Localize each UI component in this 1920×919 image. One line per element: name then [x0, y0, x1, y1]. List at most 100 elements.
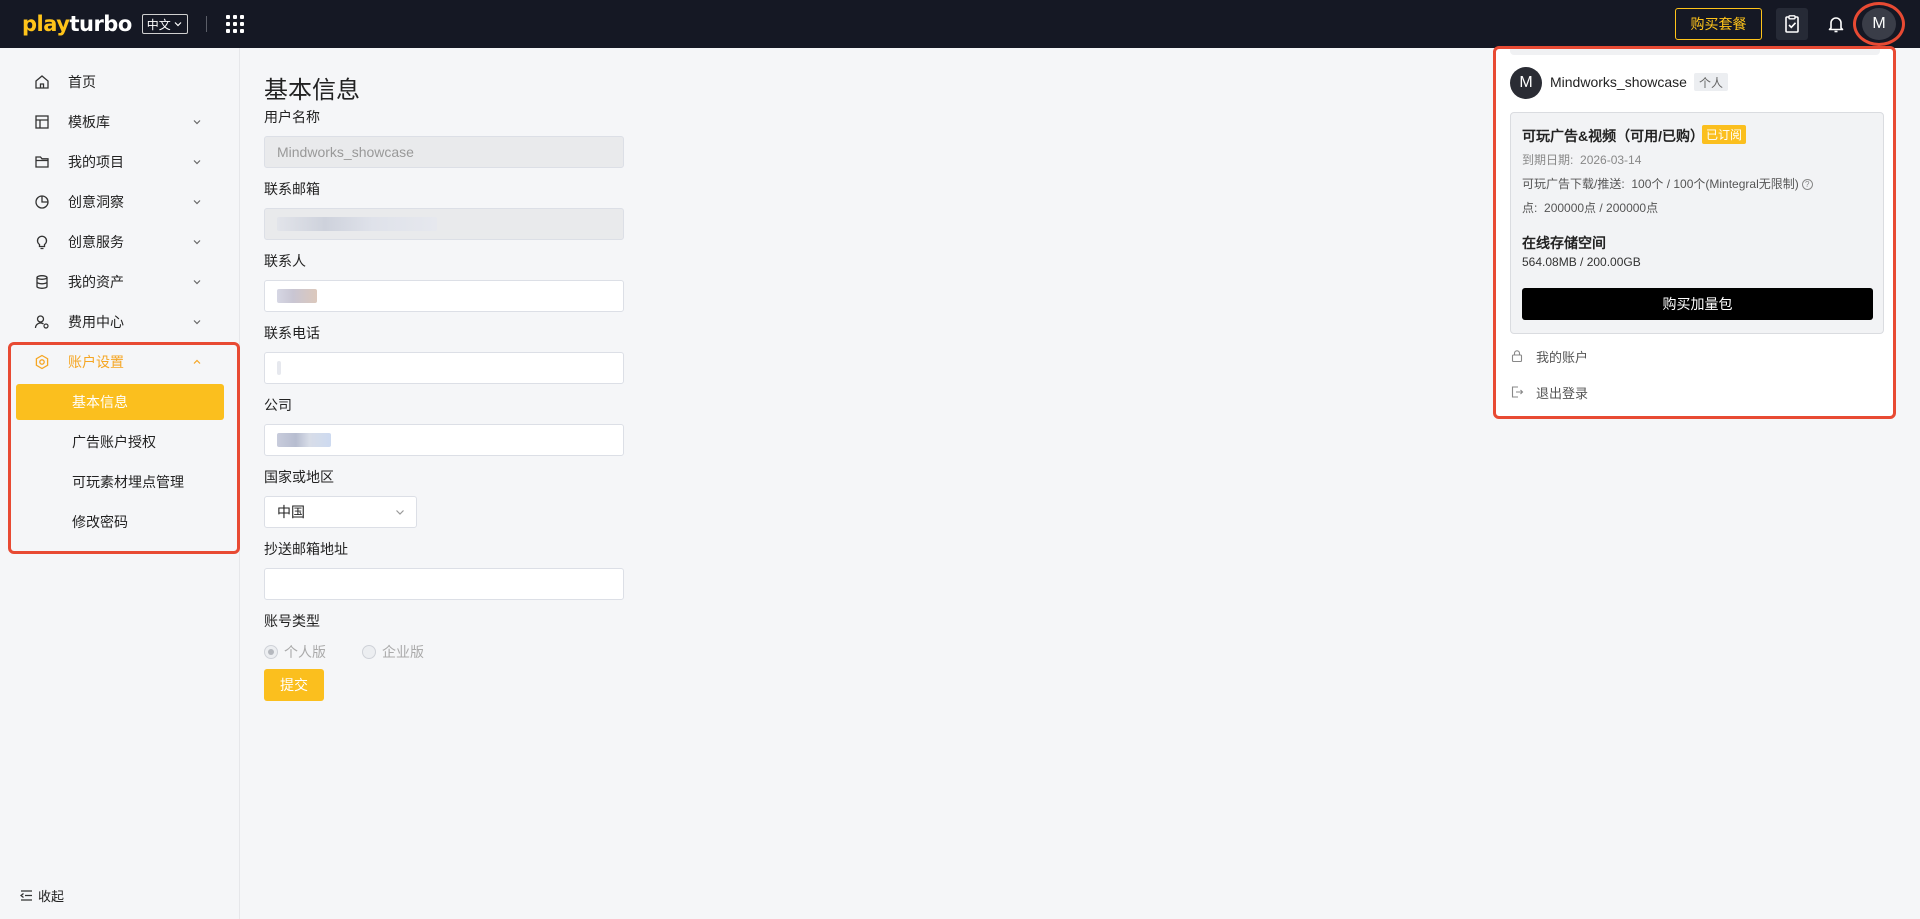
subnav-ad-account-auth[interactable]: 广告账户授权	[16, 424, 224, 460]
country-value: 中国	[277, 504, 305, 520]
sidebar-item-label: 我的项目	[68, 154, 124, 170]
expiry-value: 2026-03-14	[1580, 153, 1642, 167]
submit-button[interactable]: 提交	[264, 669, 324, 701]
chevron-down-icon	[193, 320, 201, 325]
chevron-down-icon	[174, 22, 182, 27]
subnav-label: 修改密码	[72, 514, 128, 530]
chevron-down-icon	[193, 280, 201, 285]
template-icon	[33, 113, 51, 131]
contact-label: 联系人	[264, 253, 306, 269]
buy-plan-button[interactable]: 购买套餐	[1675, 8, 1762, 40]
sidebar-item-label: 费用中心	[68, 314, 124, 330]
database-icon	[33, 273, 51, 291]
sidebar-item-projects[interactable]: 我的项目	[0, 142, 240, 182]
user-settings-icon	[33, 313, 51, 331]
chevron-up-icon	[193, 359, 201, 364]
radio-personal[interactable]: 个人版	[264, 642, 326, 662]
subnav-label: 广告账户授权	[72, 434, 156, 450]
buy-addon-button[interactable]: 购买加量包	[1522, 288, 1873, 320]
page-title: 基本信息	[264, 77, 360, 104]
subscription-card: 可玩广告&视频（可用/已购） 已订阅 到期日期: 2026-03-14 可玩广告…	[1510, 112, 1884, 334]
playturbo-logo[interactable]: playturbo	[22, 12, 132, 36]
sidebar-item-assets[interactable]: 我的资产	[0, 262, 240, 302]
subscribed-badge: 已订阅	[1702, 125, 1747, 144]
redacted-phone	[277, 361, 281, 375]
notification-bell-icon[interactable]	[1820, 8, 1852, 40]
sidebar-item-label: 模板库	[68, 114, 110, 130]
radio-button[interactable]	[264, 645, 278, 659]
chevron-down-icon	[193, 240, 201, 245]
contact-field[interactable]	[264, 280, 624, 312]
avatar: M	[1510, 67, 1542, 99]
sidebar-item-label: 我的资产	[68, 274, 124, 290]
radio-enterprise[interactable]: 企业版	[362, 642, 424, 662]
sidebar-item-account-settings[interactable]: 账户设置	[0, 342, 240, 382]
phone-label: 联系电话	[264, 325, 320, 341]
storage-title: 在线存储空间	[1522, 235, 1606, 251]
logout-link[interactable]: 退出登录	[1510, 382, 1588, 402]
sidebar-item-label: 创意服务	[68, 234, 124, 250]
sidebar-item-insights[interactable]: 创意洞察	[0, 182, 240, 222]
cc-email-label: 抄送邮箱地址	[264, 541, 348, 557]
sidebar-item-billing[interactable]: 费用中心	[0, 302, 240, 342]
plan-title: 可玩广告&视频（可用/已购）	[1522, 128, 1704, 144]
user-avatar-button[interactable]: M	[1862, 8, 1896, 40]
cc-email-field[interactable]	[264, 568, 624, 600]
collapse-sidebar-button[interactable]: 收起	[20, 886, 64, 905]
settings-icon	[33, 353, 51, 371]
subnav-label: 可玩素材埋点管理	[72, 474, 184, 490]
task-checklist-icon[interactable]	[1776, 8, 1808, 40]
divider	[205, 16, 207, 32]
sidebar-item-label: 创意洞察	[68, 194, 124, 210]
downloads-line: 可玩广告下载/推送: 100个 / 100个(Mintegral无限制)?	[1522, 175, 1813, 192]
top-bar: playturbo 中文	[0, 0, 1920, 48]
company-label: 公司	[264, 397, 292, 413]
email-field	[264, 208, 624, 240]
language-label: 中文	[146, 17, 171, 32]
subnav-tracking-management[interactable]: 可玩素材埋点管理	[16, 464, 224, 500]
phone-field[interactable]	[264, 352, 624, 384]
sidebar-item-label: 首页	[68, 74, 96, 90]
chevron-down-icon	[396, 510, 404, 515]
language-selector[interactable]: 中文	[141, 14, 188, 34]
country-select[interactable]: 中国	[264, 496, 417, 528]
user-type-tag: 个人	[1694, 73, 1729, 91]
expiry-line: 到期日期: 2026-03-14	[1522, 151, 1641, 168]
link-label: 我的账户	[1536, 349, 1589, 365]
subnav-change-password[interactable]: 修改密码	[16, 504, 224, 540]
sidebar-item-templates[interactable]: 模板库	[0, 102, 240, 142]
panel-top-edge	[1510, 49, 1880, 55]
expiry-label: 到期日期:	[1522, 153, 1574, 167]
home-icon	[33, 73, 51, 91]
my-account-link[interactable]: 我的账户	[1510, 346, 1588, 366]
redacted-email	[277, 217, 437, 231]
sidebar: 首页 模板库 我的项目 创意洞察 创意服务 我的资产 费用中心 账户设置 基本信…	[0, 48, 240, 919]
downloads-value: 100个 / 100个(Mintegral无限制)	[1631, 177, 1799, 191]
points-line: 点: 200000点 / 200000点	[1522, 199, 1658, 216]
sidebar-item-label: 账户设置	[68, 354, 124, 370]
radio-button[interactable]	[362, 645, 376, 659]
redacted-company	[277, 433, 331, 447]
help-question-icon[interactable]: ?	[1801, 179, 1813, 191]
folder-icon	[33, 153, 51, 171]
subnav-label: 基本信息	[72, 394, 128, 410]
apps-grid-icon[interactable]	[225, 14, 245, 34]
storage-value: 564.08MB / 200.00GB	[1522, 255, 1641, 269]
lightbulb-icon	[33, 233, 51, 251]
account-type-label: 账号类型	[264, 613, 320, 629]
pie-chart-icon	[33, 193, 51, 211]
sidebar-item-home[interactable]: 首页	[0, 62, 240, 102]
link-label: 退出登录	[1536, 385, 1589, 401]
subnav-basic-info[interactable]: 基本信息	[16, 384, 224, 420]
sidebar-item-services[interactable]: 创意服务	[0, 222, 240, 262]
email-label: 联系邮箱	[264, 181, 320, 197]
chevron-down-icon	[193, 120, 201, 125]
collapse-menu-icon	[20, 890, 32, 901]
company-field[interactable]	[264, 424, 624, 456]
logout-icon	[1511, 386, 1524, 398]
downloads-label: 可玩广告下载/推送:	[1522, 177, 1625, 191]
redacted-contact	[277, 289, 317, 303]
panel-username: Mindworks_showcase	[1550, 74, 1687, 90]
points-label: 点:	[1522, 201, 1538, 215]
chevron-down-icon	[193, 160, 201, 165]
